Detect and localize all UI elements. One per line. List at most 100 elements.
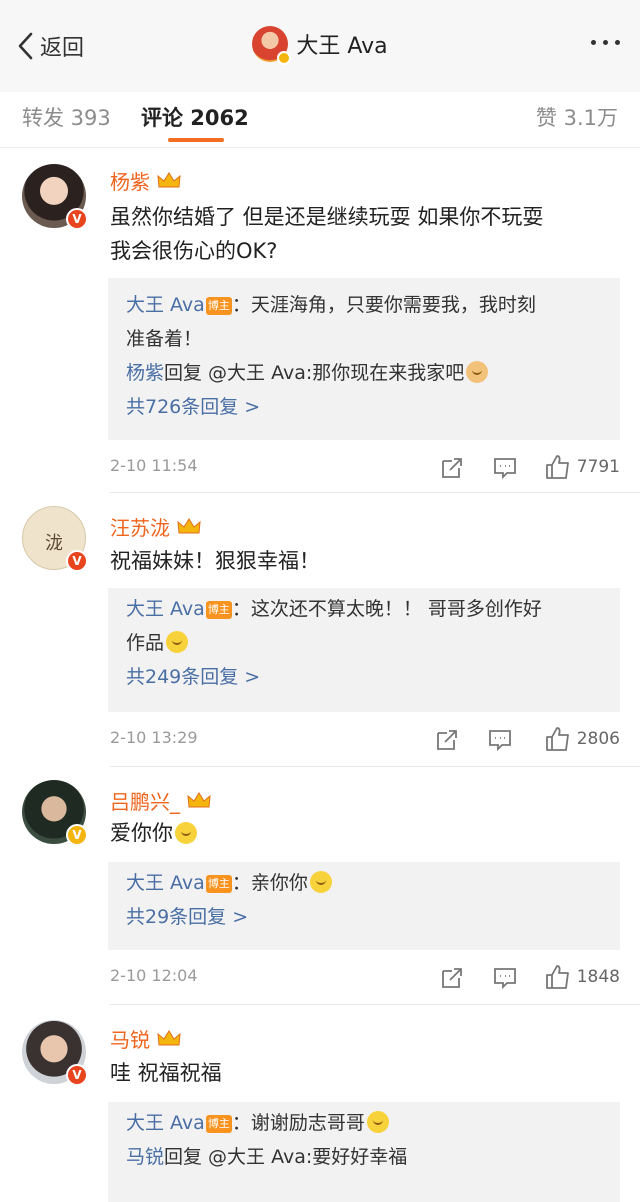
like-button[interactable]: 7791	[545, 454, 620, 480]
comment-meta: 2-10 11:54 7791	[110, 454, 620, 482]
view-replies-link[interactable]: 共249条回复 >	[126, 660, 602, 694]
tab-active-indicator	[168, 138, 224, 142]
reply-line: 作品	[126, 626, 602, 660]
comment-icon	[494, 458, 516, 480]
repost-button[interactable]	[435, 728, 459, 752]
share-icon	[442, 968, 462, 988]
avatar-text: 泷	[45, 533, 63, 554]
like-count: 7791	[576, 457, 620, 477]
username-text: 杨紫	[110, 170, 150, 194]
comment-time: 2-10 12:04	[110, 966, 198, 985]
username-text: 汪苏泷	[110, 516, 170, 540]
comment-meta: 2-10 12:04 1848	[110, 964, 620, 992]
reply-line: 马锐回复 @大王 Ava:要好好幸福	[126, 1140, 602, 1174]
kiss-emoji-icon	[309, 871, 332, 893]
reply-text: ：天涯海角，只要你需要我，我时刻	[231, 294, 536, 316]
share-icon	[442, 458, 462, 478]
avatar[interactable]: V	[22, 164, 88, 230]
verified-badge-icon: V	[66, 550, 88, 572]
view-replies-link[interactable]: 共29条回复 >	[126, 900, 602, 934]
dot-icon	[603, 40, 608, 45]
host-tag: 博主	[205, 297, 232, 315]
username-text: 吕鹏兴_	[110, 790, 180, 814]
doge-emoji-icon	[466, 361, 489, 383]
verified-badge-icon	[277, 51, 292, 65]
host-tag: 博主	[205, 875, 232, 893]
comment-text-line: 虽然你结婚了 但是还是继续玩耍 如果你不玩耍	[110, 205, 544, 229]
avatar	[252, 26, 292, 65]
comment-username[interactable]: 汪苏泷	[110, 512, 202, 541]
reply-text: 作品	[126, 632, 165, 654]
reply-box: 大王 Ava 博主 ：这次还不算太晚！！ 哥哥多创作好 作品 共249条回复 >	[108, 588, 620, 712]
comment-text: 祝福妹妹！狠狠幸福！	[110, 544, 620, 578]
repost-button[interactable]	[440, 966, 464, 990]
like-count: 1848	[576, 967, 620, 987]
reply-text: 准备着！	[126, 328, 203, 350]
tab-bar: 转发 393 评论 2062 赞 3.1万	[0, 92, 640, 148]
comment-time: 2-10 13:29	[110, 728, 198, 747]
reply-author[interactable]: 马锐	[126, 1146, 164, 1168]
divider	[110, 492, 640, 493]
repost-button[interactable]	[440, 456, 464, 480]
tab-repost[interactable]: 转发 393	[22, 102, 111, 132]
crown-icon	[157, 1029, 181, 1045]
like-button[interactable]: 1848	[545, 964, 620, 990]
reply-author[interactable]: 大王 Ava	[126, 598, 205, 620]
reply-author[interactable]: 大王 Ava	[126, 872, 205, 894]
verified-badge-icon: V	[66, 824, 88, 846]
reply-text: ：谢谢励志哥哥	[231, 1112, 365, 1134]
reply-line: 杨紫回复 @大王 Ava:那你现在来我家吧	[126, 356, 602, 390]
kiss-emoji-icon	[175, 822, 197, 844]
like-count: 2806	[576, 729, 620, 749]
reply-button[interactable]	[488, 728, 512, 752]
thumbs-up-icon	[545, 455, 569, 479]
reply-text: ：亲你你	[231, 872, 308, 894]
comment-time: 2-10 11:54	[110, 456, 198, 475]
reply-text: 回复 @大王 Ava:要好好幸福	[164, 1146, 408, 1168]
comment-icon	[494, 968, 516, 990]
comment-text-line: 哇 祝福祝福	[110, 1061, 222, 1085]
navbar: 返回 大王 Ava	[0, 0, 640, 92]
comment-text-line: 我会很伤心的OK?	[110, 239, 278, 263]
crown-icon	[187, 791, 211, 807]
comment-text-line: 爱你你	[110, 821, 173, 845]
smile-emoji-icon	[166, 631, 189, 653]
tab-likes[interactable]: 赞 3.1万	[536, 102, 618, 132]
reply-button[interactable]	[493, 456, 517, 480]
host-tag: 博主	[205, 601, 232, 619]
reply-author[interactable]: 大王 Ava	[126, 294, 205, 316]
comment-text-line: 祝福妹妹！狠狠幸福！	[110, 549, 320, 573]
comment-username[interactable]: 杨紫	[110, 166, 182, 195]
reply-line: 大王 Ava 博主 ：这次还不算太晚！！ 哥哥多创作好	[126, 592, 602, 626]
avatar[interactable]: V	[22, 1020, 88, 1086]
thumbs-up-icon	[545, 727, 569, 751]
avatar[interactable]: 泷 V	[22, 506, 88, 572]
reply-box: 大王 Ava 博主 ：谢谢励志哥哥 马锐回复 @大王 Ava:要好好幸福	[108, 1102, 620, 1202]
more-options-button[interactable]	[591, 40, 620, 45]
tab-comments[interactable]: 评论 2062	[141, 102, 249, 132]
reply-author[interactable]: 大王 Ava	[126, 1112, 205, 1134]
host-tag: 博主	[205, 1115, 232, 1133]
like-button[interactable]: 2806	[545, 726, 620, 752]
reply-line: 大王 Ava 博主 ：亲你你	[126, 866, 602, 900]
avatar[interactable]: V	[22, 780, 88, 846]
nav-title[interactable]: 大王 Ava	[0, 26, 640, 65]
divider	[110, 1004, 640, 1005]
comment-text: 爱你你	[110, 816, 620, 850]
reply-button[interactable]	[493, 966, 517, 990]
crown-icon	[177, 517, 201, 533]
comment-username[interactable]: 吕鹏兴_	[110, 786, 212, 815]
page-title: 大王 Ava	[296, 34, 388, 59]
reply-box: 大王 Ava 博主 ：天涯海角，只要你需要我，我时刻 准备着！ 杨紫回复 @大王 A…	[108, 278, 620, 440]
reply-text: ：这次还不算太晚！！ 哥哥多创作好	[231, 598, 542, 620]
comment-icon	[489, 730, 511, 752]
share-icon	[437, 730, 457, 750]
thumbs-up-icon	[545, 965, 569, 989]
reply-box: 大王 Ava 博主 ：亲你你 共29条回复 >	[108, 862, 620, 950]
dot-icon	[591, 40, 596, 45]
reply-author[interactable]: 杨紫	[126, 362, 164, 384]
comment-username[interactable]: 马锐	[110, 1024, 182, 1053]
kiss-emoji-icon	[366, 1111, 389, 1133]
verified-badge-icon: V	[66, 1064, 88, 1086]
view-replies-link[interactable]: 共726条回复 >	[126, 390, 602, 424]
